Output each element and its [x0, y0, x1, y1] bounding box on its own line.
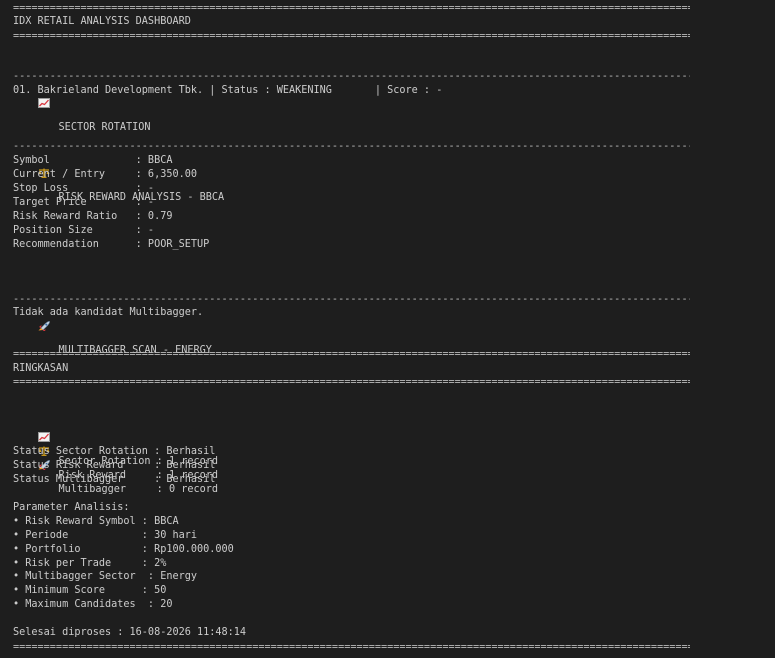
double-rule: ========================================… — [13, 31, 690, 42]
status-sector-rotation: Status Sector Rotation : Berhasil — [13, 446, 216, 457]
summary-record-sector-rotation: Sector Rotation : 1 record — [13, 390, 218, 467]
risk-reward-entry: Current / Entry : 6,350.00 — [13, 169, 198, 180]
risk-reward-position-size: Position Size : - — [13, 225, 155, 236]
param-risk-reward-symbol: • Risk Reward Symbol : BBCA — [13, 516, 179, 527]
finished-timestamp: Selesai diproses : 16-08-2026 11:48:14 — [13, 627, 247, 638]
risk-reward-target-price: Target Price : - — [13, 197, 155, 208]
risk-reward-heading: RISK REWARD ANALYSIS - BBCA — [13, 126, 224, 203]
status-risk-reward: Status Risk Reward : Berhasil — [13, 460, 216, 471]
risk-reward-recommendation: Recommendation : POOR_SETUP — [13, 239, 210, 250]
status-multibagger: Status Multibagger : Berhasil — [13, 474, 216, 485]
summary-record-multibagger: Multibagger : 0 record — [13, 418, 218, 495]
risk-reward-stop-loss: Stop Loss : - — [13, 183, 155, 194]
param-maximum-candidates: • Maximum Candidates : 20 — [13, 599, 173, 610]
summary-heading: RINGKASAN — [13, 363, 69, 374]
sector-rotation-row: 01. Bakrieland Development Tbk. | Status… — [13, 85, 443, 96]
rocket-icon — [38, 432, 50, 470]
dashboard-title: IDX RETAIL ANALYSIS DASHBOARD — [13, 16, 191, 27]
multibagger-message: Tidak ada kandidat Multibagger. — [13, 307, 204, 318]
param-risk-per-trade: • Risk per Trade : 2% — [13, 558, 167, 569]
param-minimum-score: • Minimum Score : 50 — [13, 585, 167, 596]
double-rule: ========================================… — [13, 377, 690, 388]
summary-record-risk-reward: Risk Reward : 1 record — [13, 404, 218, 481]
risk-reward-symbol: Symbol : BBCA — [13, 155, 173, 166]
double-rule: ========================================… — [13, 642, 690, 653]
param-portfolio: • Portfolio : Rp100.000.000 — [13, 544, 234, 555]
console-output: ========================================… — [0, 0, 775, 658]
single-rule: ----------------------------------------… — [13, 71, 690, 82]
param-periode: • Periode : 30 hari — [13, 530, 198, 541]
single-rule: ----------------------------------------… — [13, 294, 690, 305]
double-rule: ========================================… — [13, 349, 690, 360]
risk-reward-ratio: Risk Reward Ratio : 0.79 — [13, 211, 173, 222]
parameters-heading: Parameter Analisis: — [13, 502, 130, 513]
sector-rotation-heading: SECTOR ROTATION — [13, 56, 151, 133]
param-multibagger-sector: • Multibagger Sector : Energy — [13, 571, 198, 582]
double-rule: ========================================… — [13, 3, 690, 14]
single-rule: ----------------------------------------… — [13, 141, 690, 152]
multibagger-heading: MULTIBAGGER SCAN - ENERGY — [13, 279, 212, 356]
